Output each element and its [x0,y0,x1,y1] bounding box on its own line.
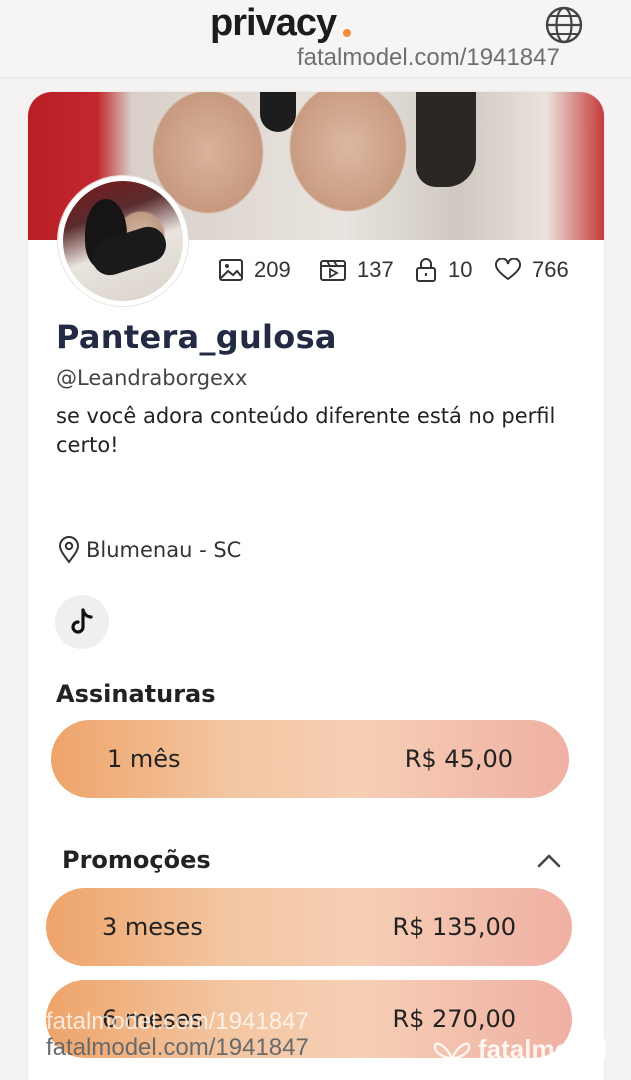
profile-bio: se você adora conteúdo diferente está no… [56,404,556,457]
plan-period: 3 meses [102,913,203,941]
plan-price: R$ 135,00 [392,913,516,941]
video-icon [320,260,346,281]
plan-1-month-button[interactable]: 1 mês R$ 45,00 [51,720,569,798]
fatalmodel-brand: fatalmodel [478,1034,609,1064]
heart-icon [495,258,521,281]
profile-name: Pantera_gulosa [56,318,337,356]
plan-price: R$ 270,00 [392,1005,516,1033]
fatalmodel-watermark: fatalmodel [432,1034,608,1065]
location: Blumenau - SC [58,536,241,564]
subscriptions-title: Assinaturas [56,680,216,708]
promotions-title: Promoções [62,846,211,874]
location-label: Blumenau - SC [86,538,242,562]
globe-icon[interactable] [544,5,584,45]
watermark-top: fatalmodel.com/1941847 [297,44,560,71]
videos-count: 137 [357,257,394,282]
privacy-logo[interactable]: privacy [210,2,337,45]
tiktok-icon [71,608,93,634]
watermark-bottom: fatalmodel.com/1941847 [46,1034,309,1061]
locked-count: 10 [448,257,473,282]
logo-dot [343,29,351,37]
watermark-bottom: fatalmodel.com/1941847 [46,1008,309,1035]
plan-period: 1 mês [107,745,181,773]
likes-count: 766 [532,257,569,282]
avatar[interactable] [58,176,188,306]
plan-3-months-button[interactable]: 3 meses R$ 135,00 [46,888,572,966]
profile-handle: @Leandraborgexx [56,366,248,390]
stat-locked: 10 [414,256,472,284]
stat-likes: 766 [494,256,569,284]
chevron-up-icon[interactable] [536,850,562,870]
image-icon [219,259,243,281]
lock-icon [416,258,436,282]
cover-detail [260,92,296,132]
map-pin-icon [58,536,80,564]
stat-videos: 137 [319,256,394,284]
photos-count: 209 [254,257,291,282]
tiktok-button[interactable] [55,595,109,649]
top-bar: privacy fatalmodel.com/1941847 [0,0,631,78]
stat-photos: 209 [218,256,291,284]
plan-price: R$ 45,00 [404,745,513,773]
butterfly-icon [433,1041,471,1059]
cover-detail [416,92,476,187]
